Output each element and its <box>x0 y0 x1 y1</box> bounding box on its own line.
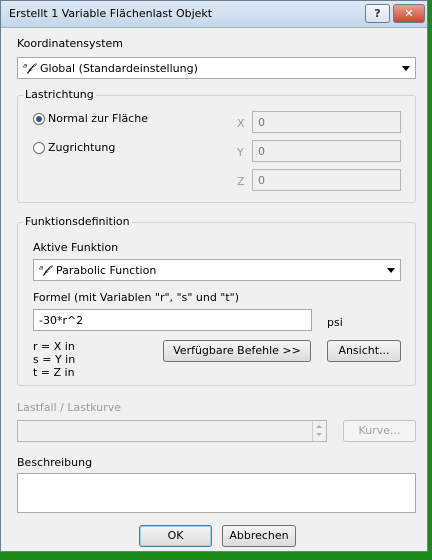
chevron-down-icon <box>402 66 410 71</box>
spinner-arrows[interactable] <box>312 421 326 441</box>
z-value: 0 <box>258 174 265 187</box>
ansicht-button[interactable]: Ansicht... <box>327 340 401 362</box>
y-field[interactable]: 0 <box>252 140 401 162</box>
dialog-window: Erstellt 1 Variable Flächenlast Objekt ?… <box>0 0 428 552</box>
unit-label: psi <box>327 316 343 329</box>
y-value: 0 <box>258 145 265 158</box>
chevron-down-icon <box>387 268 395 273</box>
z-field[interactable]: 0 <box>252 169 401 191</box>
formel-label: Formel (mit Variablen "r", "s" und "t") <box>33 291 240 304</box>
radio-normal-label: Normal zur Fläche <box>48 112 148 125</box>
verfuegbare-befehle-button[interactable]: Verfügbare Befehle >> <box>163 340 311 362</box>
function-icon: ᵃ𝓯 <box>39 263 49 276</box>
lastfall-spinner[interactable] <box>17 420 327 442</box>
z-label: Z <box>237 175 245 188</box>
abbrechen-button[interactable]: Abbrechen <box>222 525 296 547</box>
koordinatensystem-label: Koordinatensystem <box>17 37 124 50</box>
ok-button[interactable]: OK <box>139 525 212 547</box>
funktionsdefinition-label: Funktionsdefinition <box>23 215 132 228</box>
koordinatensystem-value: Global (Standardeinstellung) <box>40 62 198 75</box>
radio-zugrichtung-label: Zugrichtung <box>48 141 116 154</box>
radio-normal-zur-flaeche[interactable] <box>33 113 45 125</box>
title-bar[interactable]: Erstellt 1 Variable Flächenlast Objekt ?… <box>1 1 427 28</box>
window-title: Erstellt 1 Variable Flächenlast Objekt <box>9 7 213 20</box>
aktive-funktion-value: Parabolic Function <box>56 264 157 277</box>
x-value: 0 <box>258 116 265 129</box>
aktive-funktion-label: Aktive Funktion <box>33 241 119 254</box>
x-label: X <box>237 117 245 130</box>
chevron-up-icon <box>316 425 322 428</box>
lastfall-label: Lastfall / Lastkurve <box>17 401 122 414</box>
help-button[interactable]: ? <box>365 4 390 23</box>
beschreibung-input[interactable] <box>17 473 416 513</box>
chevron-down-icon <box>316 433 322 436</box>
formel-value: -30*r^2 <box>39 314 84 327</box>
function-icon: ᵃ𝓯 <box>23 61 33 74</box>
beschreibung-label: Beschreibung <box>17 456 93 469</box>
aktive-funktion-select[interactable]: ᵃ𝓯 Parabolic Function <box>33 259 401 281</box>
close-button[interactable]: ✕ <box>393 4 425 23</box>
var-t-label: t = Z in <box>33 366 75 379</box>
y-label: Y <box>237 146 244 159</box>
koordinatensystem-select[interactable]: ᵃ𝓯 Global (Standardeinstellung) <box>17 57 416 79</box>
kurve-button[interactable]: Kurve... <box>343 420 416 442</box>
var-r-label: r = X in <box>33 340 75 353</box>
radio-zugrichtung[interactable] <box>33 142 45 154</box>
x-field[interactable]: 0 <box>252 111 401 133</box>
var-s-label: s = Y in <box>33 353 76 366</box>
formel-input[interactable]: -30*r^2 <box>33 309 312 331</box>
lastrichtung-label: Lastrichtung <box>23 88 96 101</box>
